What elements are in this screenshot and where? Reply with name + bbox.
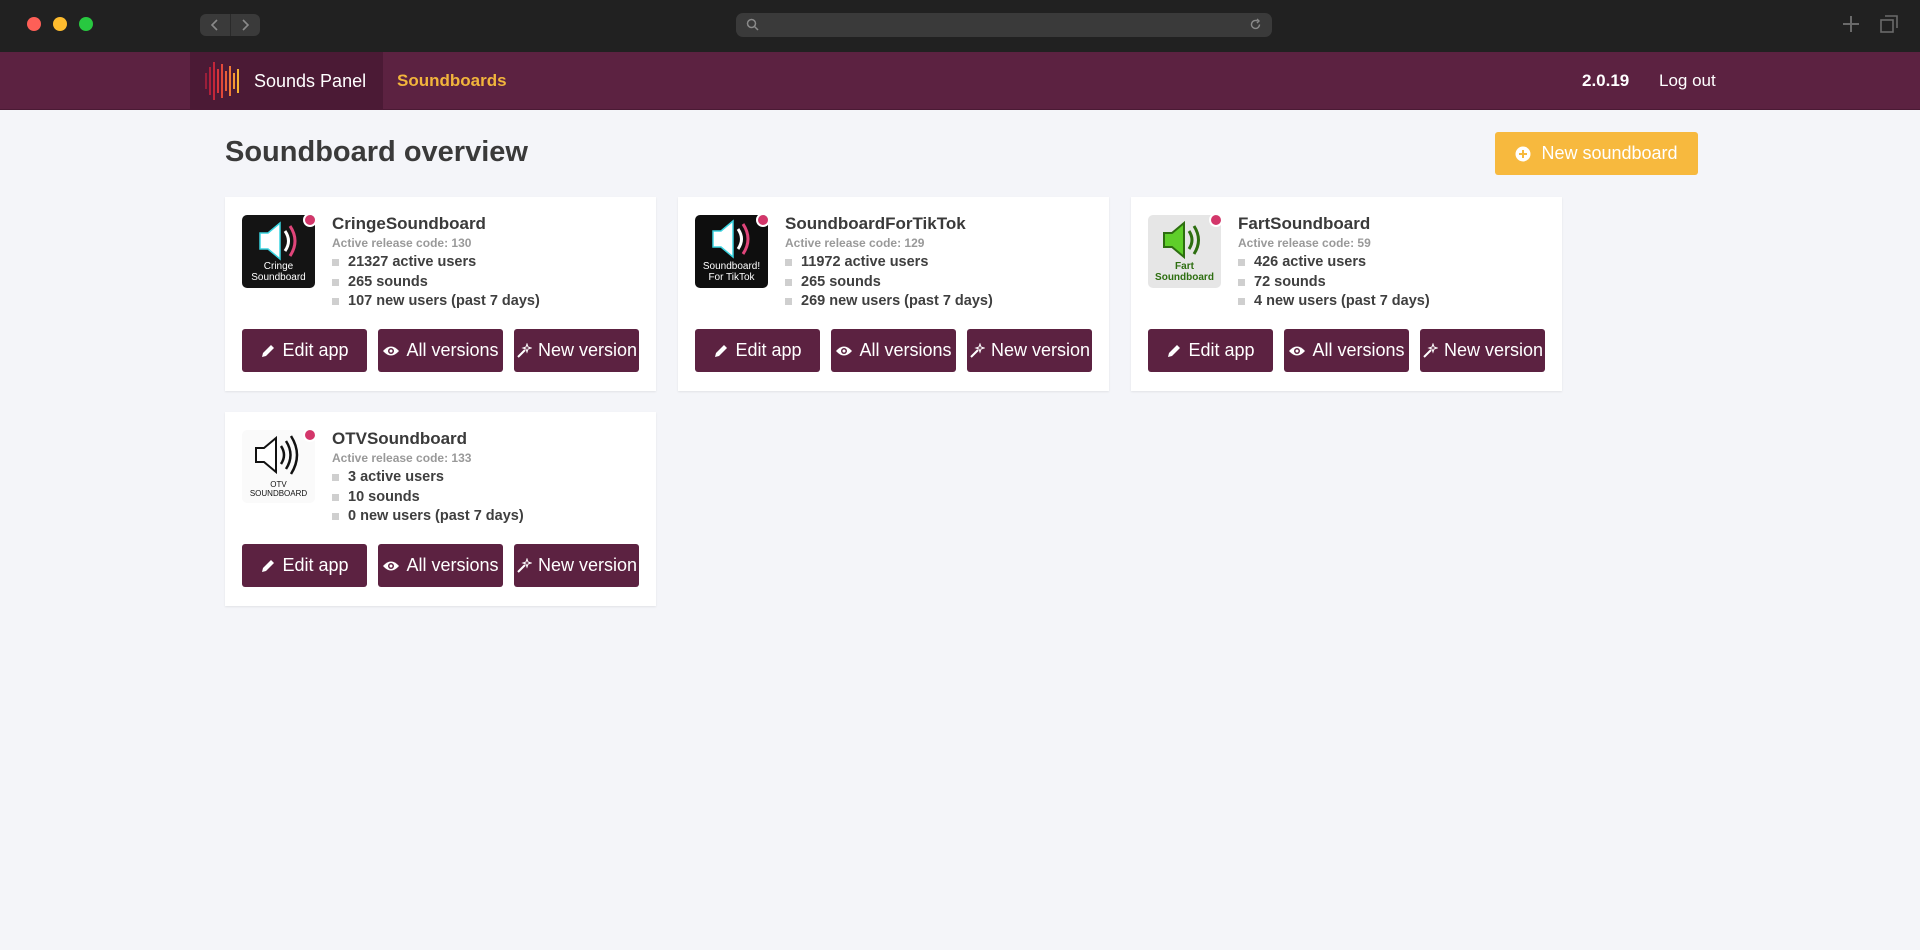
pencil-icon [1168, 344, 1181, 357]
app-header: Sounds Panel Soundboards 2.0.19 Log out [0, 52, 1920, 110]
thumbnail-caption: Fart Soundboard [1155, 261, 1214, 283]
eye-icon [383, 561, 400, 570]
logout-link[interactable]: Log out [1659, 52, 1716, 110]
app-icon-thumbnail: Soundboard! For TikTok [695, 215, 768, 288]
edit-app-button[interactable]: Edit app [242, 329, 367, 372]
reload-icon[interactable] [1249, 18, 1262, 31]
list-item: 21327 active users [332, 253, 540, 273]
active-release-code: Active release code: 129 [785, 236, 925, 250]
magic-wand-icon [517, 342, 532, 358]
card-actions: Edit app All versions New version [695, 329, 1092, 372]
maximize-window-button[interactable] [79, 17, 93, 31]
browser-chrome [0, 0, 1920, 52]
browser-nav-buttons [200, 14, 260, 36]
eye-icon [383, 346, 400, 355]
forward-button[interactable] [229, 14, 261, 36]
list-item: 72 sounds [1238, 273, 1430, 293]
edit-app-button[interactable]: Edit app [695, 329, 820, 372]
soundboard-stats: 3 active users 10 sounds 0 new users (pa… [332, 468, 524, 527]
notification-badge [303, 215, 315, 227]
pencil-icon [262, 559, 275, 572]
list-item: 426 active users [1238, 253, 1430, 273]
close-window-button[interactable] [27, 17, 41, 31]
list-item: 265 sounds [332, 273, 540, 293]
page-title: Soundboard overview [225, 136, 528, 168]
card-actions: Edit app All versions New version [242, 544, 639, 587]
new-version-button[interactable]: New version [514, 544, 639, 587]
all-versions-button[interactable]: All versions [1284, 329, 1409, 372]
new-soundboard-label: New soundboard [1541, 143, 1678, 163]
soundboard-stats: 426 active users 72 sounds 4 new users (… [1238, 253, 1430, 312]
active-release-code: Active release code: 59 [1238, 236, 1371, 250]
eye-icon [1289, 346, 1306, 355]
thumbnail-caption: Cringe Soundboard [251, 261, 306, 283]
new-tab-icon[interactable] [1842, 15, 1860, 33]
chevron-right-icon [242, 19, 250, 31]
brand-name: Sounds Panel [254, 70, 367, 91]
list-item: 269 new users (past 7 days) [785, 292, 993, 312]
list-item: 0 new users (past 7 days) [332, 507, 524, 527]
new-version-button[interactable]: New version [967, 329, 1092, 372]
soundboard-stats: 11972 active users 265 sounds 269 new us… [785, 253, 993, 312]
edit-app-button[interactable]: Edit app [1148, 329, 1273, 372]
soundboard-name: OTVSoundboard [332, 429, 468, 448]
magic-wand-icon [970, 342, 985, 358]
minimize-window-button[interactable] [53, 17, 67, 31]
magic-wand-icon [517, 557, 532, 573]
notification-badge [303, 430, 315, 442]
all-versions-button[interactable]: All versions [378, 544, 503, 587]
thumbnail-caption: Soundboard! For TikTok [702, 261, 761, 283]
pencil-icon [262, 344, 275, 357]
tabs-overview-icon[interactable] [1880, 15, 1898, 33]
browser-actions [1842, 15, 1898, 33]
sound-wave-logo-icon [205, 62, 239, 100]
chevron-left-icon [210, 19, 218, 31]
new-soundboard-button[interactable]: New soundboard [1495, 132, 1698, 175]
search-icon [746, 18, 759, 31]
notification-badge [756, 215, 768, 227]
soundboard-card: Soundboard! For TikTok SoundboardForTikTo… [678, 197, 1109, 391]
list-item: 10 sounds [332, 488, 524, 508]
brand-logo[interactable]: Sounds Panel [190, 52, 383, 110]
active-release-code: Active release code: 130 [332, 236, 472, 250]
soundboard-name: FartSoundboard [1238, 214, 1371, 233]
active-release-code: Active release code: 133 [332, 451, 472, 465]
soundboard-name: SoundboardForTikTok [785, 214, 966, 233]
magic-wand-icon [1423, 342, 1438, 358]
app-version: 2.0.19 [1582, 71, 1630, 90]
eye-icon [836, 346, 853, 355]
back-button[interactable] [200, 14, 230, 36]
card-actions: Edit app All versions New version [242, 329, 639, 372]
soundboard-card: OTV SOUNDBOARD OTVSoundboard Active relea… [225, 412, 656, 606]
new-version-button[interactable]: New version [514, 329, 639, 372]
list-item: 3 active users [332, 468, 524, 488]
pencil-icon [715, 344, 728, 357]
list-item: 107 new users (past 7 days) [332, 292, 540, 312]
list-item: 265 sounds [785, 273, 993, 293]
new-version-button[interactable]: New version [1420, 329, 1545, 372]
soundboard-card: Fart Soundboard FartSoundboard Active rel… [1131, 197, 1562, 391]
all-versions-button[interactable]: All versions [831, 329, 956, 372]
thumbnail-caption: OTV SOUNDBOARD [249, 480, 308, 498]
list-item: 4 new users (past 7 days) [1238, 292, 1430, 312]
app-icon-thumbnail: Cringe Soundboard [242, 215, 315, 288]
plus-circle-icon [1515, 146, 1531, 161]
app-icon-thumbnail: Fart Soundboard [1148, 215, 1221, 288]
edit-app-button[interactable]: Edit app [242, 544, 367, 587]
address-bar[interactable] [736, 13, 1272, 37]
soundboard-name: CringeSoundboard [332, 214, 486, 233]
all-versions-button[interactable]: All versions [378, 329, 503, 372]
list-item: 11972 active users [785, 253, 993, 273]
soundboard-stats: 21327 active users 265 sounds 107 new us… [332, 253, 540, 312]
card-actions: Edit app All versions New version [1148, 329, 1545, 372]
soundboard-card: Cringe Soundboard CringeSoundboard Active… [225, 197, 656, 391]
nav-soundboards-link[interactable]: Soundboards [397, 52, 507, 110]
app-icon-thumbnail: OTV SOUNDBOARD [242, 430, 315, 503]
notification-badge [1209, 215, 1221, 227]
window-controls [27, 17, 93, 31]
